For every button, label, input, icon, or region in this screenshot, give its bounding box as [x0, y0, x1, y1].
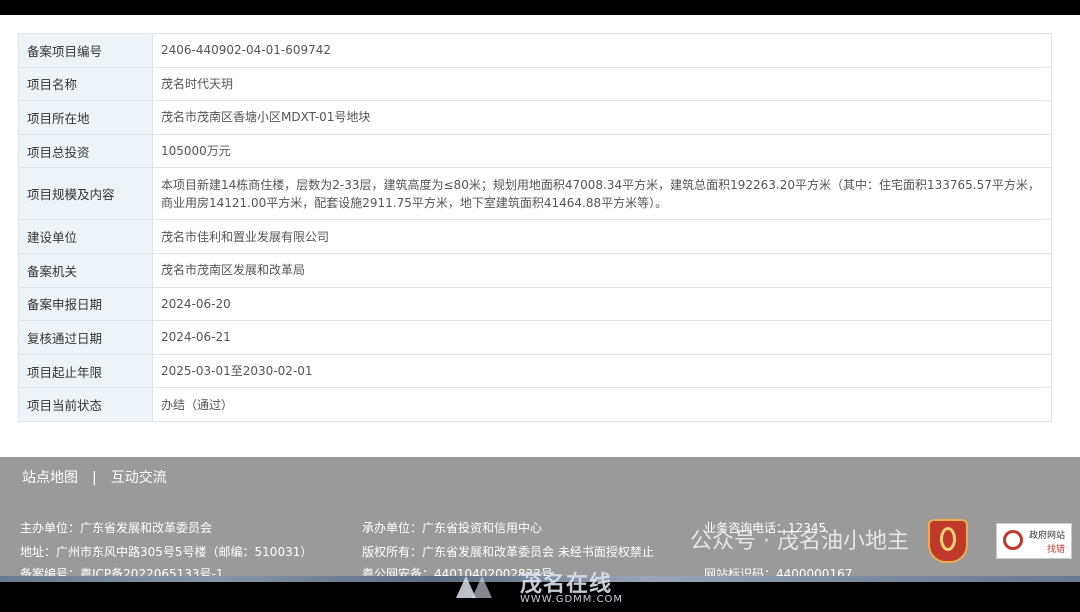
gov-badge-bottom-text: 找错 [1046, 545, 1065, 555]
footer-address: 地址：广州市东风中路305号5号楼（邮编：510031） [20, 545, 313, 559]
row-label: 项目总投资 [18, 133, 153, 169]
row-label: 项目名称 [18, 66, 153, 102]
row-value: 2025-03-01至2030-02-01 [152, 353, 1052, 389]
footer-copyright: 版权所有：广东省发展和改革委员会 未经书面授权禁止 [362, 545, 654, 559]
row-value: 办结（通过） [152, 387, 1052, 422]
table-row: 备案机关 茂名市茂南区发展和改革局 [18, 252, 1052, 288]
party-badge-icon[interactable] [928, 519, 968, 563]
table-row: 建设单位 茂名市佳利和置业发展有限公司 [18, 219, 1052, 254]
row-label: 备案项目编号 [18, 33, 153, 68]
row-value: 茂名市茂南区发展和改革局 [152, 252, 1052, 288]
gov-badge-top-text: 政府网站 [1028, 531, 1065, 541]
table-row: 复核通过日期 2024-06-21 [18, 320, 1052, 355]
row-value: 2024-06-21 [152, 320, 1052, 355]
project-info-table: 备案项目编号 2406-440902-04-01-609742 项目名称 茂名时代天玥… [18, 33, 1052, 422]
row-label: 项目所在地 [18, 100, 153, 135]
row-label: 项目当前状态 [18, 387, 153, 422]
row-value: 2024-06-20 [152, 286, 1052, 322]
gdmm-logo-icon [456, 576, 492, 598]
table-row: 备案项目编号 2406-440902-04-01-609742 [18, 33, 1052, 68]
row-value: 本项目新建14栋商住楼，层数为2-33层，建筑高度为≤80米；规划用地面积470… [152, 167, 1052, 221]
interact-link[interactable]: 互动交流 [111, 467, 167, 487]
gdmm-url: WWW.GDMM.COM [520, 594, 624, 605]
top-letterbox [0, 0, 1080, 15]
row-label: 备案机关 [18, 252, 153, 288]
table-row: 项目规模及内容 本项目新建14栋商住楼，层数为2-33层，建筑高度为≤80米；规划… [18, 167, 1052, 221]
table-row: 项目当前状态 办结（通过） [18, 387, 1052, 422]
site-footer: 站点地图 | 互动交流 主办单位：广东省发展和改革委员会 承办单位：广东省投资和信用… [0, 457, 1080, 582]
table-row: 备案申报日期 2024-06-20 [18, 286, 1052, 322]
row-label: 项目起止年限 [18, 353, 153, 389]
nav-separator: | [92, 470, 97, 486]
row-value: 茂名市茂南区香塘小区MDXT-01号地块 [152, 100, 1052, 135]
row-value: 茂名市佳利和置业发展有限公司 [152, 219, 1052, 254]
row-label: 建设单位 [18, 219, 153, 254]
magnifier-icon [1003, 530, 1023, 550]
footer-sponsor: 主办单位：广东省发展和改革委员会 [20, 521, 213, 535]
table-row: 项目名称 茂名时代天玥 [18, 66, 1052, 102]
table-row: 项目总投资 105000万元 [18, 133, 1052, 169]
footer-nav: 站点地图 | 互动交流 [22, 467, 167, 487]
row-label: 备案申报日期 [18, 286, 153, 322]
table-row: 项目所在地 茂名市茂南区香塘小区MDXT-01号地块 [18, 100, 1052, 135]
table-row: 项目起止年限 2025-03-01至2030-02-01 [18, 353, 1052, 389]
wechat-watermark: 公众号 · 茂名油小地主 [690, 529, 909, 554]
screen: 备案项目编号 2406-440902-04-01-609742 项目名称 茂名时代天玥… [0, 15, 1080, 582]
row-value: 105000万元 [152, 133, 1052, 169]
row-value: 2406-440902-04-01-609742 [152, 33, 1052, 68]
footer-organizer: 承办单位：广东省投资和信用中心 [362, 521, 543, 535]
row-label: 复核通过日期 [18, 320, 153, 355]
row-value: 茂名时代天玥 [152, 66, 1052, 102]
sitemap-link[interactable]: 站点地图 [22, 467, 78, 487]
row-label: 项目规模及内容 [18, 167, 153, 221]
gov-site-error-badge[interactable]: 政府网站 找错 [996, 523, 1072, 559]
